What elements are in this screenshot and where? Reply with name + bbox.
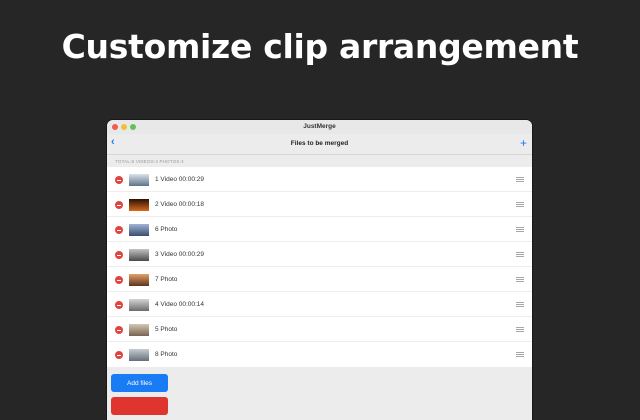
files-summary: TOTAL:8 VIDEOS:4 PHOTOS:4 (115, 159, 184, 164)
fire-thumbnail (129, 199, 149, 211)
drag-handle-icon[interactable] (516, 177, 524, 182)
headline: Customize clip arrangement (61, 27, 579, 66)
file-label: 7 Photo (155, 276, 178, 283)
file-label: 4 Video 00:00:14 (155, 301, 205, 308)
file-label: 2 Video 00:00:18 (155, 201, 205, 208)
delete-icon[interactable] (115, 301, 123, 309)
building-thumbnail (129, 249, 149, 261)
drag-handle-icon[interactable] (516, 327, 524, 332)
mountain-thumbnail (129, 174, 149, 186)
delete-icon[interactable] (115, 176, 123, 184)
delete-icon[interactable] (115, 251, 123, 259)
file-label: 6 Photo (155, 226, 178, 233)
drag-handle-icon[interactable] (516, 352, 524, 357)
list-item[interactable]: 7 Photo (107, 267, 532, 292)
delete-icon[interactable] (115, 276, 123, 284)
delete-icon[interactable] (115, 201, 123, 209)
drag-handle-icon[interactable] (516, 252, 524, 257)
delete-icon[interactable] (115, 326, 123, 334)
drag-handle-icon[interactable] (516, 302, 524, 307)
file-list: 1 Video 00:00:29 2 Video 00:00:18 6 Photo 3… (107, 167, 532, 367)
list-item[interactable]: 8 Photo (107, 342, 532, 367)
city-thumbnail (129, 224, 149, 236)
delete-icon[interactable] (115, 226, 123, 234)
drag-handle-icon[interactable] (516, 227, 524, 232)
app-title: JustMerge (303, 123, 336, 130)
sunset-thumbnail (129, 274, 149, 286)
file-label: 3 Video 00:00:29 (155, 251, 205, 258)
list-item[interactable]: 1 Video 00:00:29 (107, 167, 532, 192)
page-title: Files to be merged (290, 140, 349, 147)
file-label: 8 Photo (155, 351, 178, 358)
list-item[interactable]: 6 Photo (107, 217, 532, 242)
list-item[interactable]: 4 Video 00:00:14 (107, 292, 532, 317)
drag-handle-icon[interactable] (516, 277, 524, 282)
list-item[interactable]: 2 Video 00:00:18 (107, 192, 532, 217)
file-label: 5 Photo (155, 326, 178, 333)
app-window: JustMerge ‹ Files to be merged + TOTAL:8… (107, 120, 532, 420)
footer-bar: Add files (107, 367, 532, 420)
drag-handle-icon[interactable] (516, 202, 524, 207)
harbor-thumbnail (129, 299, 149, 311)
title-bar: JustMerge (107, 120, 532, 134)
file-label: 1 Video 00:00:29 (155, 176, 205, 183)
list-item[interactable]: 5 Photo (107, 317, 532, 342)
street-thumbnail (129, 349, 149, 361)
add-files-button[interactable]: Add files (111, 374, 168, 392)
list-item[interactable]: 3 Video 00:00:29 (107, 242, 532, 267)
nav-bar: ‹ Files to be merged + (107, 134, 532, 155)
plus-icon[interactable]: + (520, 137, 527, 149)
landscape-thumbnail (129, 324, 149, 336)
delete-icon[interactable] (115, 351, 123, 359)
